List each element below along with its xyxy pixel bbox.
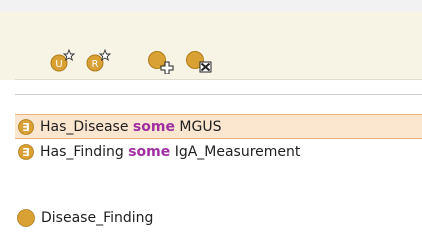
- toolbar: U R: [0, 12, 422, 80]
- top-strip: [0, 0, 422, 12]
- restriction-letter: R: [92, 59, 99, 70]
- quantifier-keyword: some: [132, 118, 175, 135]
- existential-restriction-icon: ∃: [18, 143, 34, 160]
- toolbar-divider: [15, 79, 422, 80]
- section-divider: [15, 94, 422, 95]
- quantifier-keyword: some: [128, 143, 171, 160]
- quantifier-symbol: ∃: [22, 146, 30, 159]
- add-union-button[interactable]: U: [48, 48, 78, 74]
- filler-class: MGUS: [179, 118, 222, 135]
- filler-class: IgA_Measurement: [174, 143, 301, 160]
- union-letter: U: [55, 59, 62, 70]
- existential-restriction-icon: ∃: [18, 118, 34, 135]
- delete-class-button[interactable]: [185, 48, 215, 74]
- superclass-row-disease-finding[interactable]: Disease_Finding: [15, 206, 422, 230]
- add-class-button[interactable]: [147, 48, 177, 74]
- restriction-list: ∃ Has_Disease some MGUS ∃ Has_Finding so…: [15, 114, 422, 164]
- add-union-icon: U: [50, 48, 76, 72]
- quantifier-symbol: ∃: [22, 121, 30, 134]
- superclass-label: Disease_Finding: [41, 210, 154, 226]
- delete-class-icon: [186, 51, 212, 73]
- add-class-icon: [148, 51, 174, 74]
- restriction-text: Has_Finding some IgA_Measurement: [40, 144, 300, 160]
- restriction-row-has-disease[interactable]: ∃ Has_Disease some MGUS: [15, 114, 422, 139]
- add-restriction-button[interactable]: R: [84, 48, 114, 74]
- add-restriction-icon: R: [86, 48, 112, 72]
- named-class-icon: [17, 209, 35, 227]
- restriction-text: Has_Disease some MGUS: [40, 119, 221, 135]
- restriction-row-has-finding[interactable]: ∃ Has_Finding some IgA_Measurement: [15, 139, 422, 164]
- property-name: Has_Disease: [40, 118, 129, 135]
- property-name: Has_Finding: [40, 143, 124, 160]
